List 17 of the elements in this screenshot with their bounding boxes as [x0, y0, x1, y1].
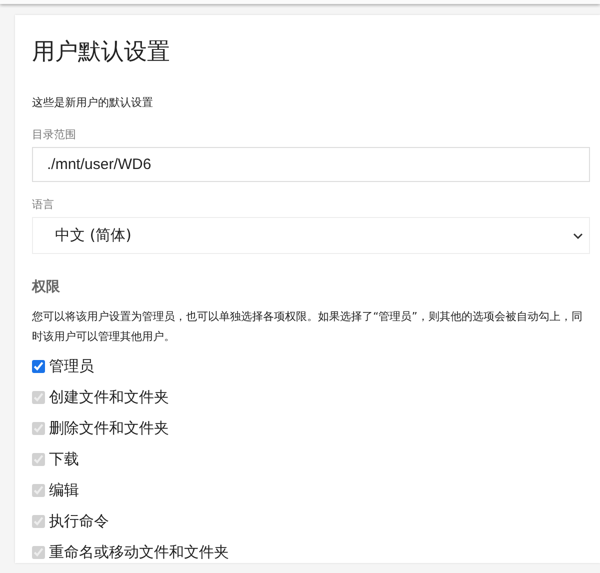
permission-checkbox[interactable]: [32, 360, 45, 372]
permission-label: 编辑: [49, 480, 79, 500]
permission-label: 删除文件和文件夹: [49, 418, 169, 438]
permission-label: 创建文件和文件夹: [49, 388, 169, 406]
field-label: 语言: [32, 197, 55, 212]
language-select[interactable]: 中文 (简体): [32, 217, 590, 254]
permissions-description: 您可以将该用户设置为管理员，也可以单独选择各项权限。如果选择了“管理员”，则其他的选项会被自动勾上，同时该用户可以管理其他用户。: [32, 309, 584, 345]
permission-label: 下载: [49, 450, 79, 468]
section-heading: 权限: [32, 278, 61, 296]
field-label: 目录范围: [32, 127, 77, 142]
chevron-down-icon: [573, 232, 583, 238]
permission-label: 重命名或移动文件和文件夹: [49, 542, 229, 562]
permission-label: 管理员: [49, 356, 94, 376]
permission-label: 执行命令: [49, 512, 109, 530]
page-title: 用户默认设置: [32, 38, 171, 67]
description-text: 这些是新用户的默认设置: [32, 95, 154, 110]
scope-input-field[interactable]: ./mnt/user/WD6: [32, 147, 590, 182]
